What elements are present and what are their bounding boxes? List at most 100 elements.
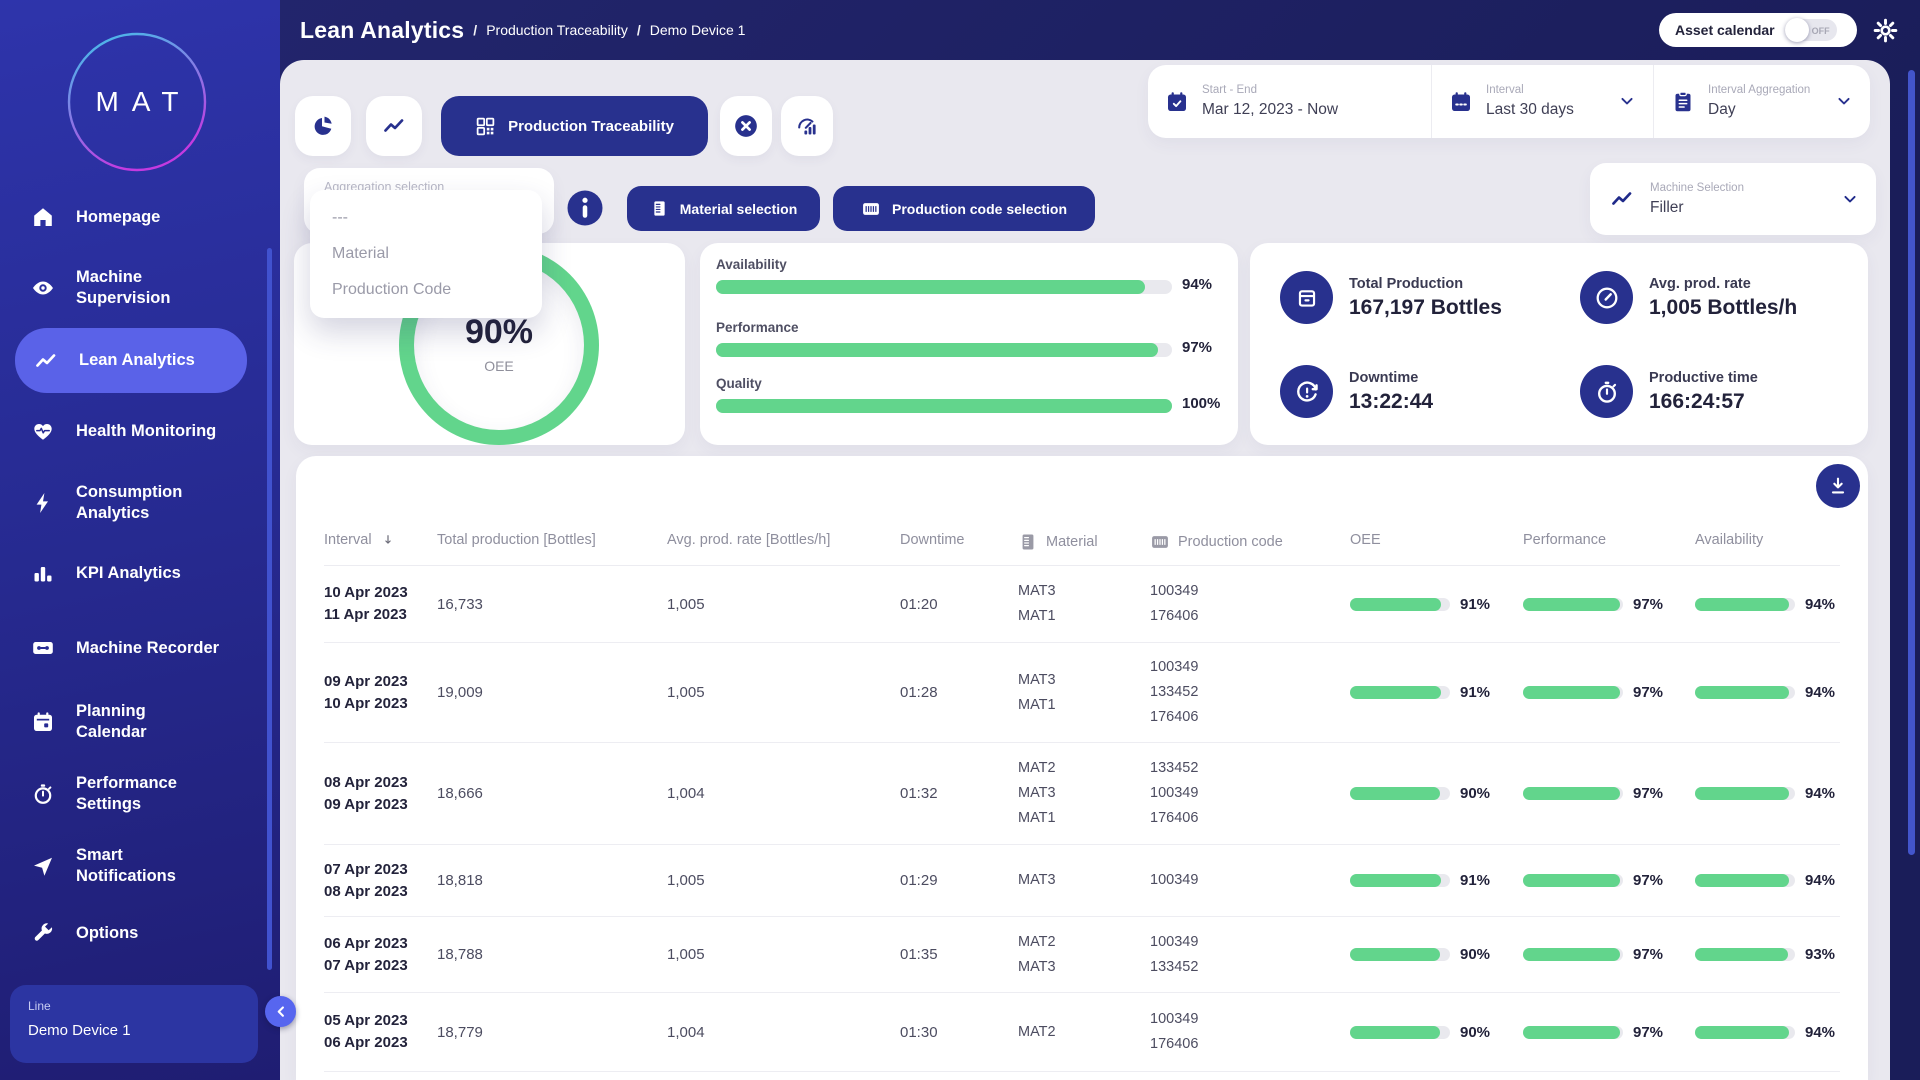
settings-gear-icon[interactable] (1872, 17, 1899, 44)
column-label: Performance (1523, 532, 1606, 548)
cell-oee: 91% (1350, 684, 1523, 701)
table-row[interactable]: 10 Apr 202311 Apr 202316,7331,00501:20MA… (324, 566, 1840, 642)
cell-rate: 1,005 (667, 596, 900, 613)
gauge-report-icon (795, 114, 819, 138)
kpi-label: Productive time (1649, 370, 1758, 386)
download-button[interactable] (1816, 464, 1860, 508)
interval-aggregation-select[interactable]: Interval Aggregation Day (1653, 65, 1870, 138)
sidebar-item-label: Consumption Analytics (76, 482, 182, 524)
start-end-picker[interactable]: Start - End Mar 12, 2023 - Now (1148, 65, 1431, 138)
dropdown-option-material[interactable]: Material (310, 236, 542, 272)
cell-total: 18,666 (437, 785, 667, 802)
table-row[interactable]: 05 Apr 202306 Apr 202318,7791,00401:30MA… (324, 992, 1840, 1071)
oee-bar-quality: Quality100% (716, 376, 1222, 413)
info-button[interactable] (563, 186, 607, 230)
column-label: OEE (1350, 532, 1381, 548)
breadcrumb: Lean Analytics / Production Traceability… (300, 0, 745, 60)
table-row[interactable]: 08 Apr 202309 Apr 202318,6661,00401:32MA… (324, 742, 1840, 844)
pie-chart-icon (311, 114, 335, 138)
cell-downtime: 01:29 (900, 872, 1018, 889)
asset-calendar-switch[interactable]: OFF (1785, 19, 1837, 41)
chevron-down-icon (1840, 189, 1860, 209)
production-traceability-tab[interactable]: Production Traceability (441, 96, 708, 156)
column-label: Availability (1695, 532, 1763, 548)
breadcrumb-item-device[interactable]: Demo Device 1 (650, 22, 746, 38)
sidebar: MAT HomepageMachine SupervisionLean Anal… (0, 0, 280, 1080)
mini-bar-value: 94% (1805, 684, 1835, 701)
table-row[interactable]: 06 Apr 202307 Apr 202318,7881,00501:35MA… (324, 916, 1840, 992)
sidebar-scrollbar[interactable] (267, 248, 272, 970)
mini-bar-track (1350, 598, 1450, 611)
sidebar-item-planning-calendar[interactable]: Planning Calendar (0, 694, 262, 750)
kpi-productive-time: Productive time 166:24:57 (1580, 365, 1758, 418)
sidebar-item-lean-analytics[interactable]: Lean Analytics (15, 328, 247, 393)
close-view-button[interactable] (720, 96, 772, 156)
sidebar-item-label: KPI Analytics (76, 563, 181, 584)
mini-bar-track (1695, 598, 1795, 611)
mini-bar-fill (1350, 1026, 1440, 1039)
sidebar-item-health-monitoring[interactable]: Health Monitoring (0, 409, 262, 453)
kpi-value: 166:24:57 (1649, 390, 1758, 414)
sidebar-item-smart-notifications[interactable]: Smart Notifications (0, 838, 262, 894)
dropdown-option-production-code[interactable]: Production Code (310, 272, 542, 308)
kpi-label: Total Production (1349, 276, 1502, 292)
bar-chart-icon (30, 561, 56, 585)
sidebar-collapse-button[interactable] (265, 996, 296, 1027)
mini-bar-track (1695, 948, 1795, 961)
asset-calendar-toggle-pill[interactable]: Asset calendar OFF (1659, 13, 1857, 47)
calendar-icon (30, 710, 56, 734)
kpi-value: 167,197 Bottles (1349, 296, 1502, 320)
column-label: Total production [Bottles] (437, 532, 596, 548)
mini-bar-track (1523, 686, 1623, 699)
cell-rate: 1,005 (667, 684, 900, 701)
eye-icon (30, 276, 56, 300)
cell-oee: 91% (1350, 872, 1523, 889)
material-icon (650, 199, 669, 218)
table-header-row: IntervalTotal production [Bottles] Avg. p… (324, 532, 1840, 566)
kpi-label: Avg. prod. rate (1649, 276, 1797, 292)
selected-line-card[interactable]: Line Demo Device 1 (10, 985, 258, 1063)
column-header-interval[interactable]: Interval (324, 532, 437, 548)
sidebar-item-machine-recorder[interactable]: Machine Recorder (0, 626, 262, 670)
interval-select[interactable]: Interval Last 30 days (1431, 65, 1653, 138)
report-view-button[interactable] (781, 96, 833, 156)
mini-bar-track (1523, 1026, 1623, 1039)
sidebar-item-consumption-analytics[interactable]: Consumption Analytics (0, 475, 262, 531)
page-scrollbar-thumb[interactable] (1908, 70, 1915, 855)
table-row[interactable]: 09 Apr 202310 Apr 202319,0091,00501:28MA… (324, 642, 1840, 742)
cell-performance: 97% (1523, 596, 1695, 613)
kpi-value: 1,005 Bottles/h (1649, 296, 1797, 320)
column-header-material: Material (1018, 532, 1150, 552)
cell-performance: 97% (1523, 1024, 1695, 1041)
breadcrumb-item-view[interactable]: Production Traceability (486, 22, 628, 38)
table-row[interactable]: 07 Apr 202308 Apr 202318,8181,00501:29MA… (324, 844, 1840, 916)
material-selection-button[interactable]: Material selection (627, 186, 820, 231)
mini-bar-track (1695, 1026, 1795, 1039)
dropdown-option----[interactable]: --- (310, 200, 542, 236)
machine-selection-select[interactable]: Machine Selection Filler (1590, 163, 1876, 235)
pie-chart-view-button[interactable] (295, 96, 351, 156)
production-traceability-label: Production Traceability (508, 118, 674, 135)
production-code-selection-label: Production code selection (892, 201, 1067, 217)
sidebar-item-label: Performance Settings (76, 773, 177, 815)
breadcrumb-separator: / (473, 22, 477, 38)
sidebar-item-homepage[interactable]: Homepage (0, 196, 262, 238)
date-controls-card: Start - End Mar 12, 2023 - Now Interval … (1148, 65, 1870, 138)
sidebar-item-performance-settings[interactable]: Performance Settings (0, 766, 262, 822)
mini-bar-value: 97% (1633, 785, 1663, 802)
cell-production-codes: 100349133452 (1150, 930, 1350, 980)
stopwatch-icon (1580, 365, 1633, 418)
column-label: Avg. prod. rate [Bottles/h] (667, 532, 830, 548)
interval-aggregation-label: Interval Aggregation (1708, 84, 1810, 96)
trend-view-button[interactable] (366, 96, 422, 156)
sidebar-item-machine-supervision[interactable]: Machine Supervision (0, 260, 262, 316)
mini-bar-fill (1695, 948, 1788, 961)
oee-components-card: Availability94%Performance97%Quality100% (700, 243, 1238, 445)
production-code-selection-button[interactable]: Production code selection (833, 186, 1095, 231)
main-content-panel: Production Traceability Start - End Mar … (280, 60, 1890, 1080)
sidebar-item-options[interactable]: Options (0, 911, 262, 955)
mini-bar-track (1695, 787, 1795, 800)
mini-bar-value: 97% (1633, 872, 1663, 889)
sidebar-item-kpi-analytics[interactable]: KPI Analytics (0, 551, 262, 595)
cell-total: 18,779 (437, 1024, 667, 1041)
